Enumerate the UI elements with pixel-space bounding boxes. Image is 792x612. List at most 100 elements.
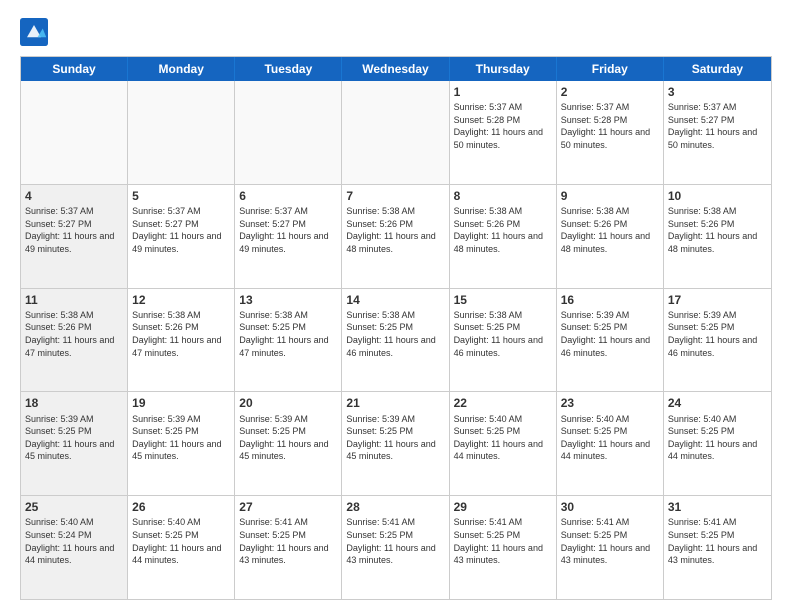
day-info: Sunrise: 5:39 AM Sunset: 5:25 PM Dayligh… [239, 413, 337, 463]
day-info: Sunrise: 5:38 AM Sunset: 5:26 PM Dayligh… [132, 309, 230, 359]
week-row-1: 4Sunrise: 5:37 AM Sunset: 5:27 PM Daylig… [21, 185, 771, 289]
day-info: Sunrise: 5:39 AM Sunset: 5:25 PM Dayligh… [132, 413, 230, 463]
day-cell-9: 9Sunrise: 5:38 AM Sunset: 5:26 PM Daylig… [557, 185, 664, 288]
day-number: 20 [239, 395, 337, 411]
day-info: Sunrise: 5:37 AM Sunset: 5:28 PM Dayligh… [561, 101, 659, 151]
page: SundayMondayTuesdayWednesdayThursdayFrid… [0, 0, 792, 612]
day-info: Sunrise: 5:38 AM Sunset: 5:26 PM Dayligh… [561, 205, 659, 255]
day-header-tuesday: Tuesday [235, 57, 342, 81]
day-header-thursday: Thursday [450, 57, 557, 81]
day-cell-11: 11Sunrise: 5:38 AM Sunset: 5:26 PM Dayli… [21, 289, 128, 392]
day-info: Sunrise: 5:38 AM Sunset: 5:26 PM Dayligh… [346, 205, 444, 255]
day-number: 5 [132, 188, 230, 204]
day-cell-15: 15Sunrise: 5:38 AM Sunset: 5:25 PM Dayli… [450, 289, 557, 392]
day-header-sunday: Sunday [21, 57, 128, 81]
day-header-monday: Monday [128, 57, 235, 81]
logo [20, 18, 52, 46]
day-number: 19 [132, 395, 230, 411]
day-info: Sunrise: 5:38 AM Sunset: 5:26 PM Dayligh… [668, 205, 767, 255]
day-number: 29 [454, 499, 552, 515]
calendar: SundayMondayTuesdayWednesdayThursdayFrid… [20, 56, 772, 600]
logo-icon [20, 18, 48, 46]
day-cell-17: 17Sunrise: 5:39 AM Sunset: 5:25 PM Dayli… [664, 289, 771, 392]
day-info: Sunrise: 5:37 AM Sunset: 5:27 PM Dayligh… [25, 205, 123, 255]
day-number: 3 [668, 84, 767, 100]
day-cell-25: 25Sunrise: 5:40 AM Sunset: 5:24 PM Dayli… [21, 496, 128, 599]
day-number: 15 [454, 292, 552, 308]
day-info: Sunrise: 5:38 AM Sunset: 5:25 PM Dayligh… [346, 309, 444, 359]
day-number: 28 [346, 499, 444, 515]
day-number: 31 [668, 499, 767, 515]
day-header-wednesday: Wednesday [342, 57, 449, 81]
day-number: 1 [454, 84, 552, 100]
day-cell-empty [21, 81, 128, 184]
day-info: Sunrise: 5:37 AM Sunset: 5:27 PM Dayligh… [668, 101, 767, 151]
day-info: Sunrise: 5:39 AM Sunset: 5:25 PM Dayligh… [346, 413, 444, 463]
day-cell-14: 14Sunrise: 5:38 AM Sunset: 5:25 PM Dayli… [342, 289, 449, 392]
day-cell-7: 7Sunrise: 5:38 AM Sunset: 5:26 PM Daylig… [342, 185, 449, 288]
day-info: Sunrise: 5:40 AM Sunset: 5:24 PM Dayligh… [25, 516, 123, 566]
day-info: Sunrise: 5:37 AM Sunset: 5:27 PM Dayligh… [132, 205, 230, 255]
day-info: Sunrise: 5:37 AM Sunset: 5:28 PM Dayligh… [454, 101, 552, 151]
day-cell-empty [128, 81, 235, 184]
day-number: 4 [25, 188, 123, 204]
weeks: 1Sunrise: 5:37 AM Sunset: 5:28 PM Daylig… [21, 81, 771, 599]
day-number: 24 [668, 395, 767, 411]
day-number: 26 [132, 499, 230, 515]
day-info: Sunrise: 5:37 AM Sunset: 5:27 PM Dayligh… [239, 205, 337, 255]
day-cell-1: 1Sunrise: 5:37 AM Sunset: 5:28 PM Daylig… [450, 81, 557, 184]
day-number: 21 [346, 395, 444, 411]
day-cell-18: 18Sunrise: 5:39 AM Sunset: 5:25 PM Dayli… [21, 392, 128, 495]
day-cell-5: 5Sunrise: 5:37 AM Sunset: 5:27 PM Daylig… [128, 185, 235, 288]
day-cell-12: 12Sunrise: 5:38 AM Sunset: 5:26 PM Dayli… [128, 289, 235, 392]
day-info: Sunrise: 5:39 AM Sunset: 5:25 PM Dayligh… [668, 309, 767, 359]
day-info: Sunrise: 5:41 AM Sunset: 5:25 PM Dayligh… [668, 516, 767, 566]
day-cell-22: 22 Sunrise: 5:40 AM Sunset: 5:25 PM Dayli… [450, 392, 557, 495]
day-number: 11 [25, 292, 123, 308]
day-header-friday: Friday [557, 57, 664, 81]
day-info: Sunrise: 5:38 AM Sunset: 5:25 PM Dayligh… [454, 309, 552, 359]
day-number: 6 [239, 188, 337, 204]
day-cell-31: 31Sunrise: 5:41 AM Sunset: 5:25 PM Dayli… [664, 496, 771, 599]
day-cell-28: 28Sunrise: 5:41 AM Sunset: 5:25 PM Dayli… [342, 496, 449, 599]
day-cell-empty [342, 81, 449, 184]
day-headers: SundayMondayTuesdayWednesdayThursdayFrid… [21, 57, 771, 81]
day-number: 17 [668, 292, 767, 308]
day-number: 25 [25, 499, 123, 515]
day-info: Sunrise: 5:38 AM Sunset: 5:26 PM Dayligh… [454, 205, 552, 255]
week-row-4: 25Sunrise: 5:40 AM Sunset: 5:24 PM Dayli… [21, 496, 771, 599]
week-row-2: 11Sunrise: 5:38 AM Sunset: 5:26 PM Dayli… [21, 289, 771, 393]
day-info: Sunrise: 5:39 AM Sunset: 5:25 PM Dayligh… [25, 413, 123, 463]
day-info: Sunrise: 5:41 AM Sunset: 5:25 PM Dayligh… [346, 516, 444, 566]
day-cell-2: 2Sunrise: 5:37 AM Sunset: 5:28 PM Daylig… [557, 81, 664, 184]
day-number: 9 [561, 188, 659, 204]
header [20, 18, 772, 46]
day-number: 22 [454, 395, 552, 411]
day-cell-21: 21 Sunrise: 5:39 AM Sunset: 5:25 PM Dayli… [342, 392, 449, 495]
week-row-3: 18Sunrise: 5:39 AM Sunset: 5:25 PM Dayli… [21, 392, 771, 496]
day-info: Sunrise: 5:39 AM Sunset: 5:25 PM Dayligh… [561, 309, 659, 359]
day-cell-19: 19 Sunrise: 5:39 AM Sunset: 5:25 PM Dayli… [128, 392, 235, 495]
day-cell-10: 10Sunrise: 5:38 AM Sunset: 5:26 PM Dayli… [664, 185, 771, 288]
day-info: Sunrise: 5:41 AM Sunset: 5:25 PM Dayligh… [239, 516, 337, 566]
day-info: Sunrise: 5:41 AM Sunset: 5:25 PM Dayligh… [561, 516, 659, 566]
day-number: 13 [239, 292, 337, 308]
day-number: 7 [346, 188, 444, 204]
week-row-0: 1Sunrise: 5:37 AM Sunset: 5:28 PM Daylig… [21, 81, 771, 185]
day-info: Sunrise: 5:41 AM Sunset: 5:25 PM Dayligh… [454, 516, 552, 566]
day-cell-13: 13Sunrise: 5:38 AM Sunset: 5:25 PM Dayli… [235, 289, 342, 392]
day-number: 14 [346, 292, 444, 308]
day-info: Sunrise: 5:40 AM Sunset: 5:25 PM Dayligh… [668, 413, 767, 463]
day-cell-24: 24 Sunrise: 5:40 AM Sunset: 5:25 PM Dayli… [664, 392, 771, 495]
day-cell-23: 23Sunrise: 5:40 AM Sunset: 5:25 PM Dayli… [557, 392, 664, 495]
day-cell-20: 20 Sunrise: 5:39 AM Sunset: 5:25 PM Dayli… [235, 392, 342, 495]
day-number: 23 [561, 395, 659, 411]
day-cell-29: 29Sunrise: 5:41 AM Sunset: 5:25 PM Dayli… [450, 496, 557, 599]
day-info: Sunrise: 5:38 AM Sunset: 5:26 PM Dayligh… [25, 309, 123, 359]
day-number: 16 [561, 292, 659, 308]
day-cell-16: 16Sunrise: 5:39 AM Sunset: 5:25 PM Dayli… [557, 289, 664, 392]
day-cell-3: 3Sunrise: 5:37 AM Sunset: 5:27 PM Daylig… [664, 81, 771, 184]
day-header-saturday: Saturday [664, 57, 771, 81]
day-number: 12 [132, 292, 230, 308]
day-info: Sunrise: 5:40 AM Sunset: 5:25 PM Dayligh… [454, 413, 552, 463]
